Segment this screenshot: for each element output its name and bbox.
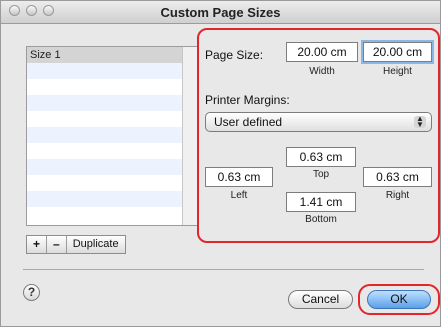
top-label: Top (312, 169, 330, 180)
empty-row (27, 207, 197, 223)
size-list[interactable]: Size 1 (26, 46, 198, 226)
help-button[interactable]: ? (23, 284, 40, 301)
margins-mode-select[interactable]: User defined ▲ ▼ (205, 112, 432, 132)
empty-row (27, 191, 197, 207)
width-field[interactable]: 20.00 cm (286, 42, 358, 62)
title-bar: Custom Page Sizes (1, 1, 440, 24)
left-margin-field[interactable]: 0.63 cm (205, 167, 273, 187)
duplicate-button[interactable]: Duplicate (67, 236, 125, 253)
list-item[interactable]: Size 1 (27, 47, 197, 63)
printer-margins-label: Printer Margins: (205, 93, 290, 107)
empty-row (27, 95, 197, 111)
remove-button[interactable]: – (47, 236, 67, 253)
bottom-label: Bottom (305, 214, 337, 225)
right-label: Right (385, 190, 410, 201)
height-field[interactable]: 20.00 cm (361, 40, 434, 64)
top-margin-field[interactable]: 0.63 cm (286, 147, 356, 167)
ok-button[interactable]: OK (367, 290, 431, 309)
empty-row (27, 159, 197, 175)
list-scrollbar[interactable] (182, 47, 197, 225)
add-button[interactable]: + (27, 236, 48, 253)
bottom-margin-field[interactable]: 1.41 cm (286, 192, 356, 212)
empty-row (27, 111, 197, 127)
empty-row (27, 143, 197, 159)
cancel-button[interactable]: Cancel (288, 290, 353, 309)
page-size-label: Page Size: (205, 48, 264, 62)
right-margin-field[interactable]: 0.63 cm (363, 167, 432, 187)
left-label: Left (230, 190, 248, 201)
width-label: Width (309, 66, 335, 77)
chevron-updown-icon: ▲ ▼ (414, 115, 426, 129)
empty-row (27, 127, 197, 143)
separator (23, 269, 424, 270)
empty-row (27, 175, 197, 191)
margins-mode-value: User defined (214, 115, 283, 129)
list-button-group: + – Duplicate (26, 235, 126, 254)
empty-row (27, 79, 197, 95)
window-title: Custom Page Sizes (160, 5, 281, 20)
custom-page-sizes-dialog: Custom Page Sizes Size 1 + – Duplicate P… (0, 0, 441, 327)
height-label: Height (383, 66, 412, 77)
empty-row (27, 63, 197, 79)
